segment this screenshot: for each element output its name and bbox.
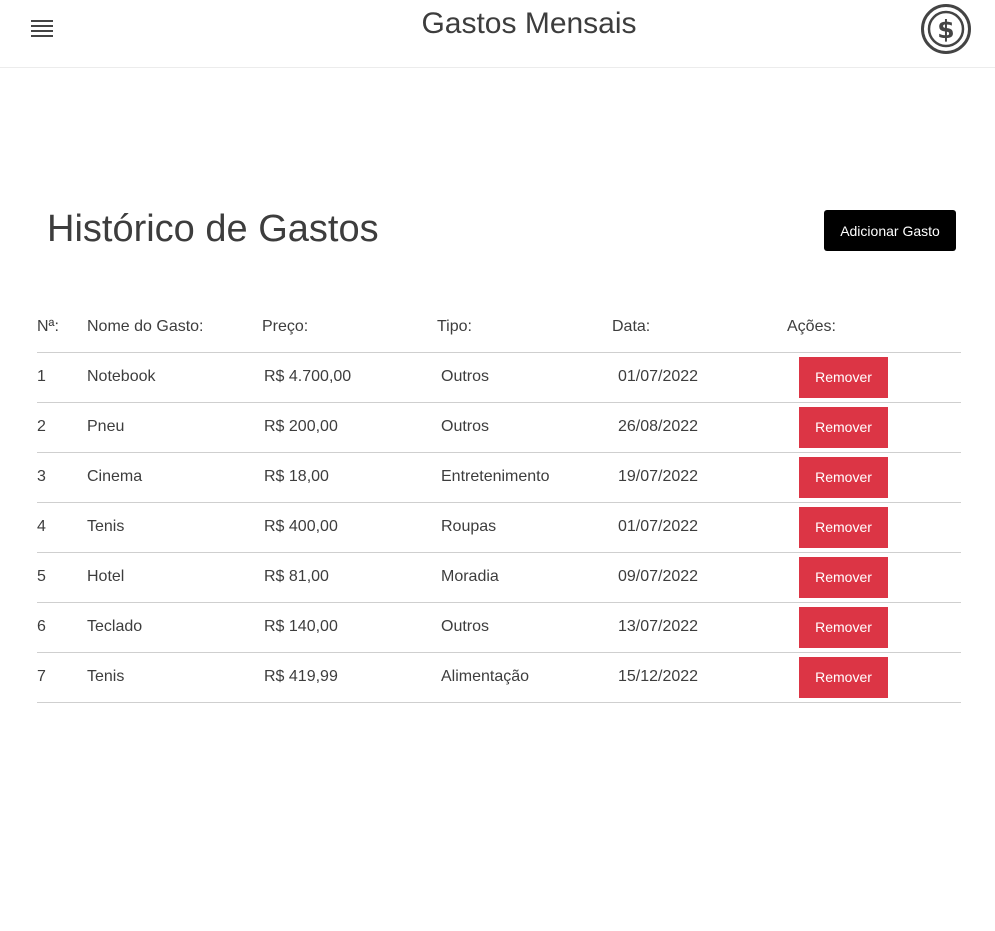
expense-date: 15/12/2022: [612, 652, 787, 703]
column-header-number: Nª:: [37, 302, 87, 353]
row-number: 3: [37, 452, 87, 503]
expense-date: 01/07/2022: [612, 352, 787, 403]
expense-date: 13/07/2022: [612, 602, 787, 653]
table-row: 4 Tenis R$ 400,00 Roupas 01/07/2022 Remo…: [37, 502, 961, 553]
expense-name: Notebook: [87, 352, 262, 403]
row-number: 2: [37, 402, 87, 453]
expense-name: Hotel: [87, 552, 262, 603]
row-actions: Remover: [787, 502, 961, 553]
remove-button[interactable]: Remover: [799, 356, 888, 398]
page-title: Histórico de Gastos: [47, 208, 379, 250]
row-number: 1: [37, 352, 87, 403]
expenses-table: Nª: Nome do Gasto: Preço: Tipo: Data: Aç…: [37, 302, 961, 703]
table-row: 2 Pneu R$ 200,00 Outros 26/08/2022 Remov…: [37, 402, 961, 453]
column-header-date: Data:: [612, 302, 787, 353]
expense-name: Cinema: [87, 452, 262, 503]
expense-date: 09/07/2022: [612, 552, 787, 603]
expense-price: R$ 419,99: [262, 652, 437, 703]
expense-price: R$ 140,00: [262, 602, 437, 653]
expense-price: R$ 4.700,00: [262, 352, 437, 403]
expense-type: Entretenimento: [437, 452, 612, 503]
expense-name: Tenis: [87, 502, 262, 553]
table-row: 3 Cinema R$ 18,00 Entretenimento 19/07/2…: [37, 452, 961, 503]
expense-type: Roupas: [437, 502, 612, 553]
remove-button[interactable]: Remover: [799, 456, 888, 498]
row-actions: Remover: [787, 452, 961, 503]
expense-price: R$ 18,00: [262, 452, 437, 503]
expense-name: Pneu: [87, 402, 262, 453]
expense-type: Outros: [437, 602, 612, 653]
expense-date: 01/07/2022: [612, 502, 787, 553]
expense-price: R$ 400,00: [262, 502, 437, 553]
top-bar: Gastos Mensais $: [0, 0, 995, 68]
table-row: 6 Teclado R$ 140,00 Outros 13/07/2022 Re…: [37, 602, 961, 653]
app-title: Gastos Mensais: [421, 7, 637, 40]
expense-price: R$ 200,00: [262, 402, 437, 453]
remove-button[interactable]: Remover: [799, 506, 888, 548]
column-header-type: Tipo:: [437, 302, 612, 353]
expense-name: Teclado: [87, 602, 262, 653]
expense-type: Alimentação: [437, 652, 612, 703]
row-number: 5: [37, 552, 87, 603]
table-row: 1 Notebook R$ 4.700,00 Outros 01/07/2022…: [37, 352, 961, 403]
expense-type: Moradia: [437, 552, 612, 603]
remove-button[interactable]: Remover: [799, 606, 888, 648]
table-row: 7 Tenis R$ 419,99 Alimentação 15/12/2022…: [37, 652, 961, 703]
svg-text:$: $: [937, 15, 954, 44]
row-number: 6: [37, 602, 87, 653]
column-header-name: Nome do Gasto:: [87, 302, 262, 353]
table-row: 5 Hotel R$ 81,00 Moradia 09/07/2022 Remo…: [37, 552, 961, 603]
expense-price: R$ 81,00: [262, 552, 437, 603]
row-actions: Remover: [787, 402, 961, 453]
add-expense-button[interactable]: Adicionar Gasto: [824, 210, 956, 251]
row-number: 4: [37, 502, 87, 553]
row-actions: Remover: [787, 352, 961, 403]
expense-name: Tenis: [87, 652, 262, 703]
row-number: 7: [37, 652, 87, 703]
row-actions: Remover: [787, 552, 961, 603]
column-header-actions: Ações:: [787, 302, 961, 353]
expense-type: Outros: [437, 352, 612, 403]
expense-type: Outros: [437, 402, 612, 453]
remove-button[interactable]: Remover: [799, 656, 888, 698]
row-actions: Remover: [787, 602, 961, 653]
table-header-row: Nª: Nome do Gasto: Preço: Tipo: Data: Aç…: [37, 302, 961, 353]
remove-button[interactable]: Remover: [799, 556, 888, 598]
remove-button[interactable]: Remover: [799, 406, 888, 448]
column-header-price: Preço:: [262, 302, 437, 353]
dollar-coin-icon: $: [920, 3, 972, 55]
expense-date: 26/08/2022: [612, 402, 787, 453]
expense-date: 19/07/2022: [612, 452, 787, 503]
row-actions: Remover: [787, 652, 961, 703]
